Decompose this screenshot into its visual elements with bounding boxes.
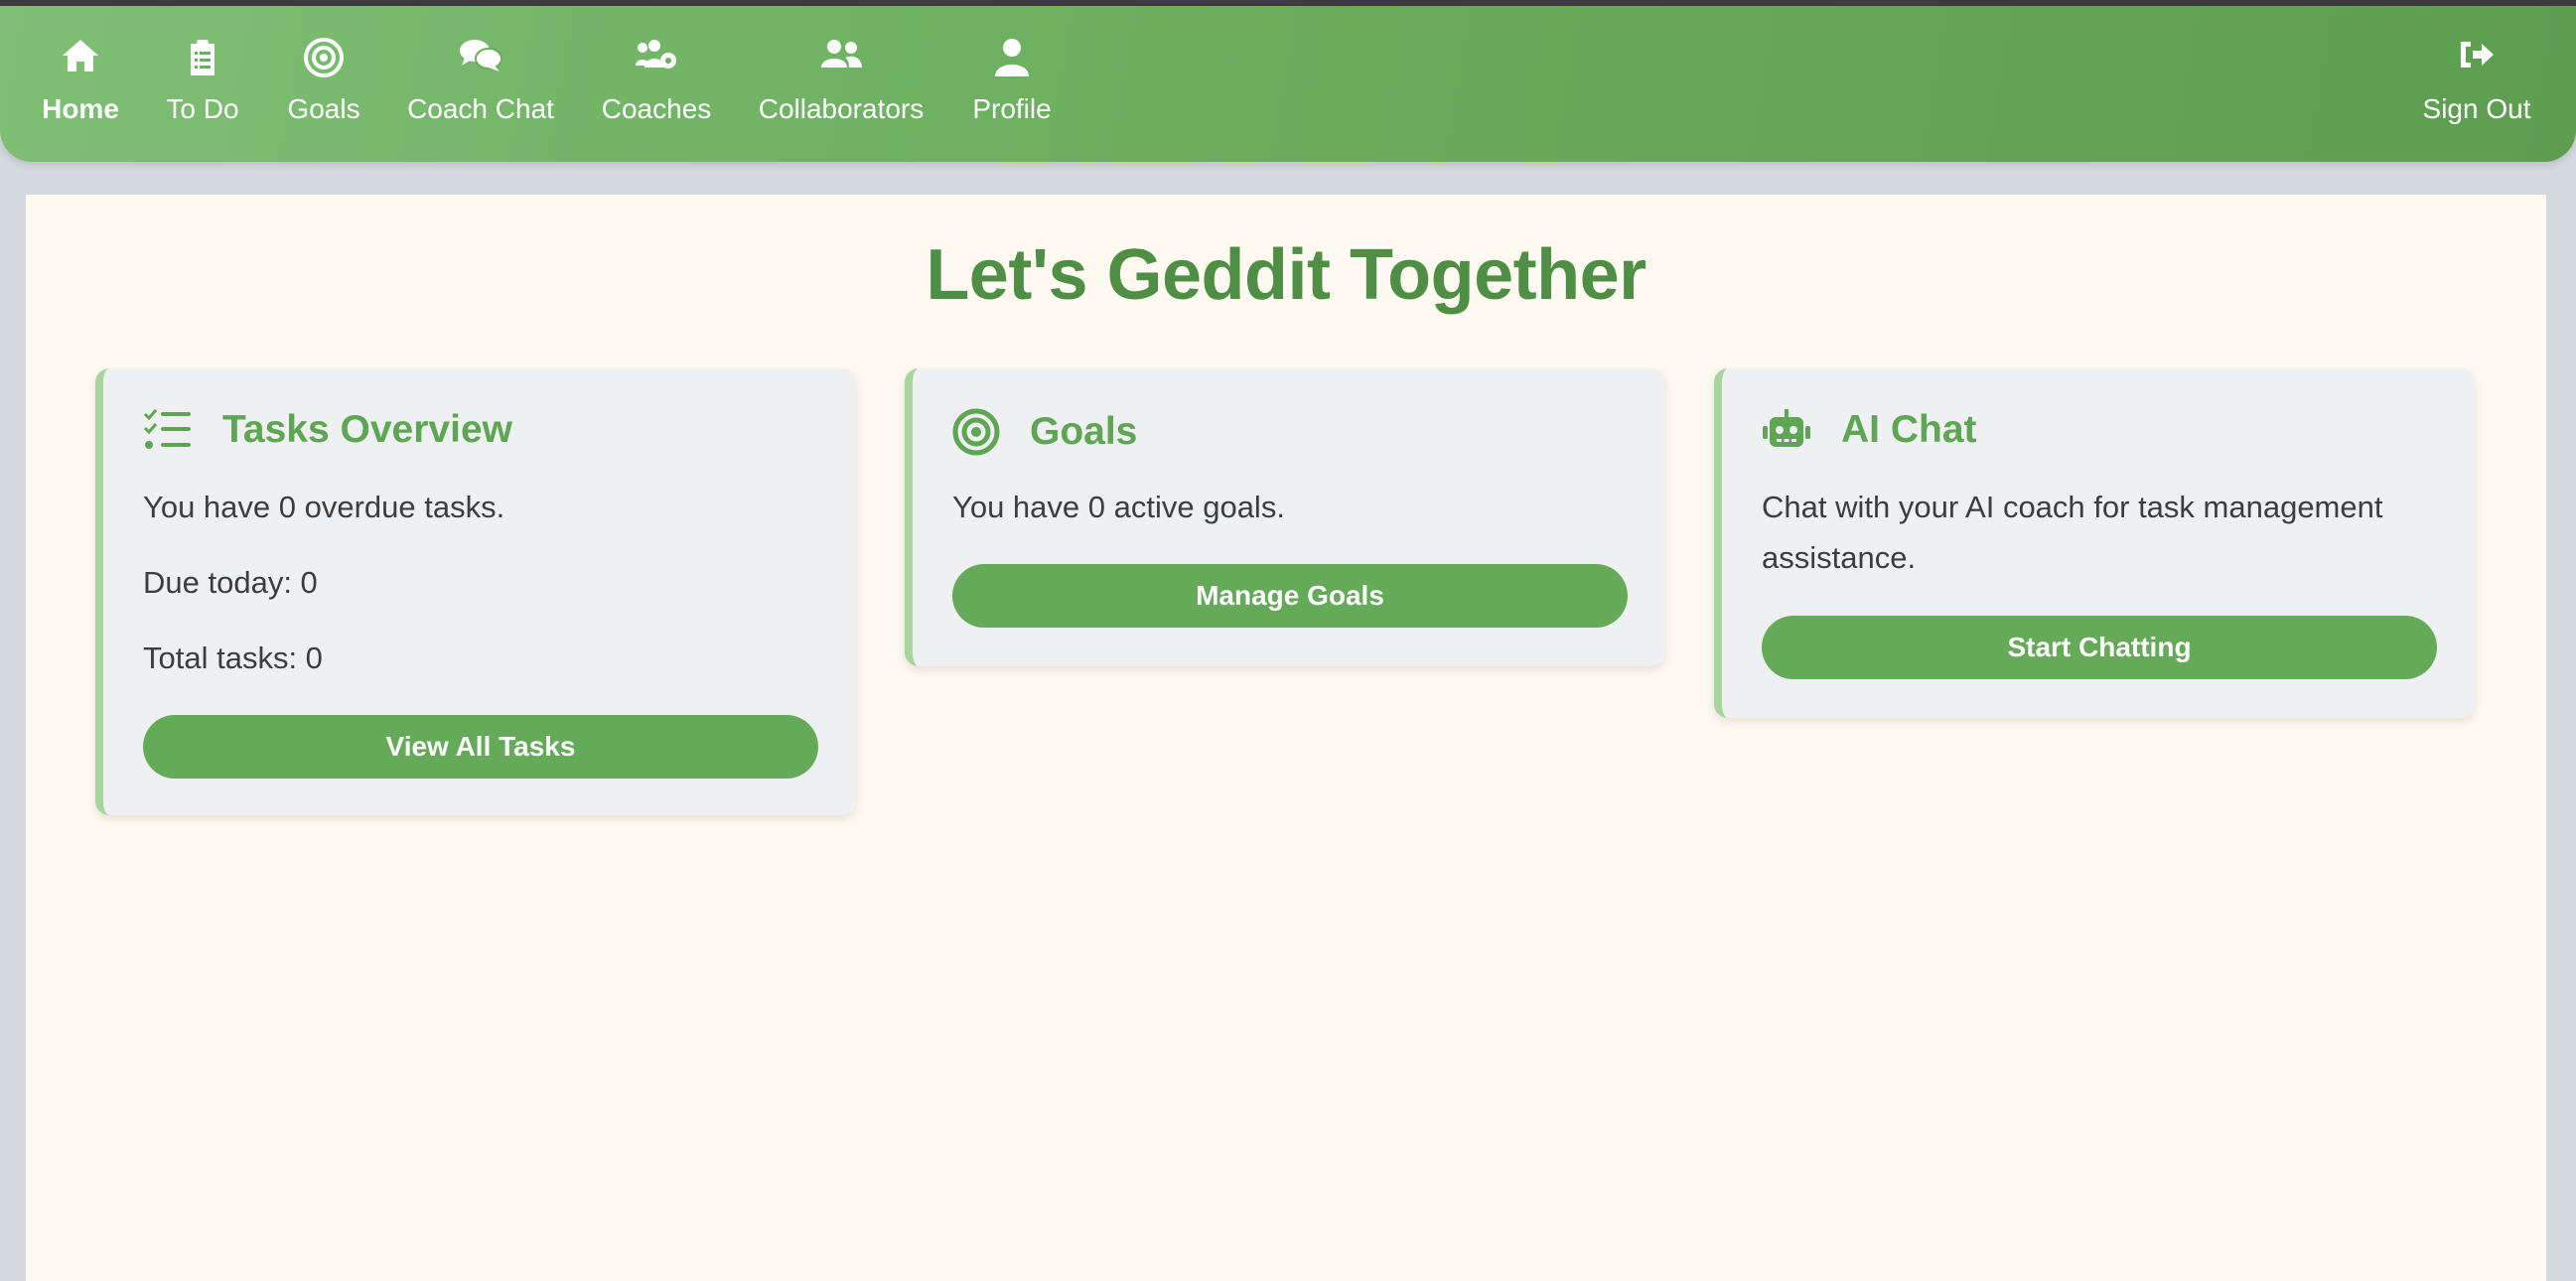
- clipboard-list-icon: [191, 40, 215, 75]
- nav-label-home: Home: [42, 93, 119, 124]
- robot-icon: [1763, 409, 1810, 447]
- manage-goals-button[interactable]: Manage Goals: [952, 564, 1628, 628]
- nav-item-home[interactable]: Home: [34, 6, 127, 162]
- due-today-text: Due today: 0: [143, 565, 318, 600]
- sign-out-icon: [2461, 42, 2494, 68]
- nav-item-sign-out[interactable]: Sign Out: [2421, 6, 2532, 162]
- start-chatting-button[interactable]: Start Chatting: [1762, 616, 2437, 679]
- goals-card-header: Goals: [952, 408, 1137, 456]
- nav-item-profile[interactable]: Profile: [972, 6, 1052, 162]
- tasks-card-header: Tasks Overview: [143, 408, 512, 452]
- ai-chat-card: AI Chat Chat with your AI coach for task…: [1714, 368, 2475, 718]
- home-icon: [63, 40, 98, 71]
- total-tasks-text: Total tasks: 0: [143, 640, 323, 675]
- nav-label-coaches: Coaches: [601, 93, 712, 124]
- nav-item-todo[interactable]: To Do: [165, 6, 240, 162]
- active-goals-text: You have 0 active goals.: [952, 490, 1285, 524]
- page-title: Let's Geddit Together: [926, 235, 1646, 315]
- target-icon: [952, 408, 1000, 456]
- target-icon: [304, 38, 344, 77]
- users-cog-icon: [636, 40, 676, 69]
- nav-label-sign-out: Sign Out: [2422, 93, 2531, 124]
- tasks-card-title: Tasks Overview: [222, 408, 512, 451]
- nav-label-coach-chat: Coach Chat: [407, 93, 554, 124]
- nav-item-coaches[interactable]: Coaches: [602, 6, 711, 162]
- nav-label-todo: To Do: [166, 93, 239, 124]
- ai-chat-description: Chat with your AI coach for task managem…: [1762, 490, 2383, 575]
- nav-label-goals: Goals: [287, 93, 360, 124]
- overdue-tasks-text: You have 0 overdue tasks.: [143, 490, 505, 524]
- goals-card: Goals You have 0 active goals. Manage Go…: [905, 368, 1665, 666]
- comments-icon: [460, 40, 502, 71]
- main-navbar: Home To Do Goals Coach Chat Coaches Coll…: [0, 6, 2576, 162]
- ai-chat-card-title: AI Chat: [1841, 408, 1977, 451]
- nav-item-collaborators[interactable]: Collaborators: [759, 6, 924, 162]
- nav-label-collaborators: Collaborators: [758, 93, 925, 124]
- tasks-overview-card: Tasks Overview You have 0 overdue tasks.…: [95, 368, 856, 815]
- view-all-tasks-button[interactable]: View All Tasks: [143, 715, 818, 779]
- goals-card-title: Goals: [1030, 410, 1138, 453]
- nav-item-goals[interactable]: Goals: [286, 6, 361, 162]
- user-icon: [995, 39, 1029, 76]
- nav-label-profile: Profile: [972, 93, 1052, 124]
- main-content: Let's Geddit Together Tasks Overview You…: [26, 195, 2546, 1281]
- nav-item-coach-chat[interactable]: Coach Chat: [406, 6, 555, 162]
- ai-chat-card-header: AI Chat: [1762, 408, 1977, 452]
- user-friends-icon: [821, 40, 862, 68]
- tasks-list-icon: [143, 409, 191, 449]
